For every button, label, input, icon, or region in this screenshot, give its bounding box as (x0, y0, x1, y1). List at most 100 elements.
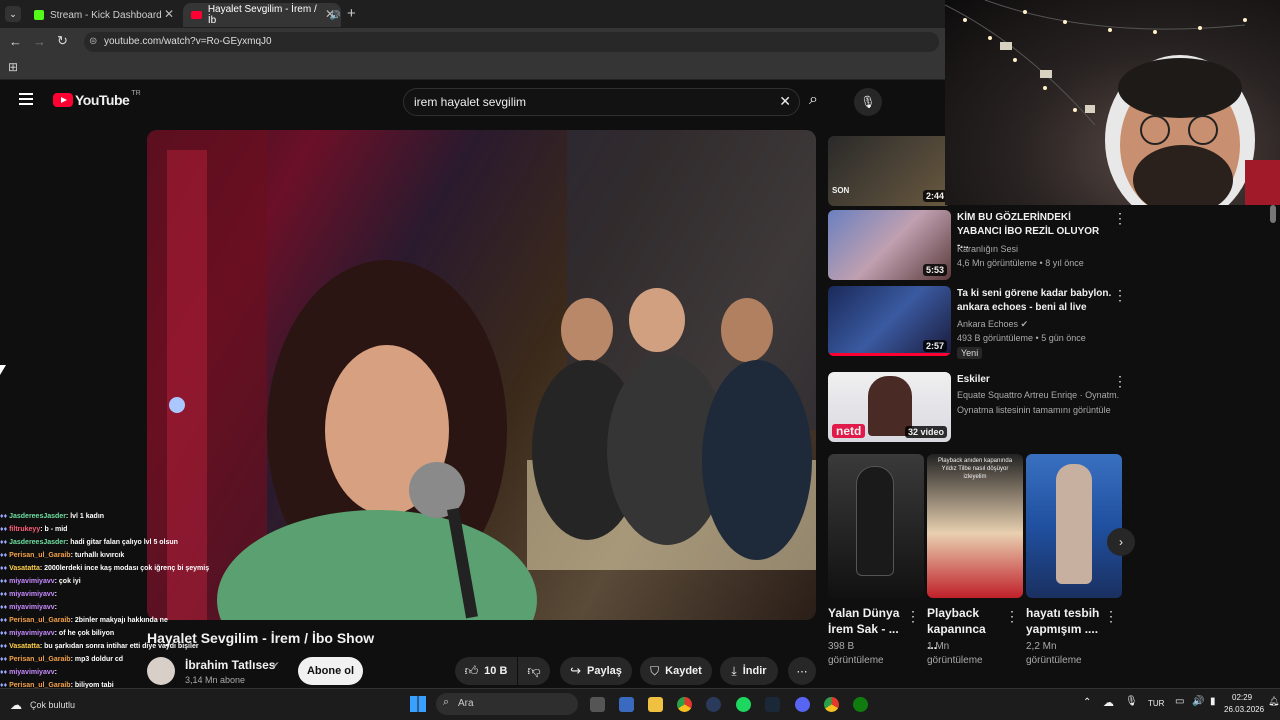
tray-overflow-icon[interactable]: ⌃ (1083, 697, 1091, 708)
more-options-icon[interactable]: ⋮ (906, 608, 920, 625)
more-options-icon[interactable]: ⋮ (1005, 608, 1019, 625)
chat-message: ♦♦ JasdereesJasder: lvl 1 kadın (0, 510, 240, 523)
chat-username: JasdereesJasder (9, 513, 66, 520)
back-icon[interactable]: ← (9, 34, 22, 49)
file-explorer-icon[interactable] (648, 697, 663, 712)
microphone-icon: 🎙 (860, 95, 876, 109)
forward-icon[interactable]: → (33, 34, 46, 49)
microphone-tray-icon[interactable]: 🎙 (1125, 696, 1138, 707)
widgets-icon[interactable] (619, 697, 634, 712)
more-options-icon[interactable]: ⋮ (1113, 373, 1127, 390)
chat-username: Perisan_ul_Garaib (9, 617, 71, 624)
site-info-icon[interactable]: ⊜ (89, 36, 97, 47)
tab-youtube-video[interactable]: Hayalet Sevgilim - İrem / İb 🔊 ✕ (183, 3, 341, 27)
recommendation-thumbnail[interactable]: SON 2:44 (828, 136, 951, 206)
chat-badge-icon: ♦♦ (0, 669, 10, 676)
spotify-icon[interactable] (736, 697, 751, 712)
youtube-logo[interactable]: YouTube TR (53, 90, 141, 108)
more-options-icon[interactable]: ⋮ (1113, 287, 1127, 304)
recommendation-channel[interactable]: Karanlığın Sesi (957, 244, 1018, 254)
more-options-icon[interactable]: ⋮ (1104, 608, 1118, 625)
discord-icon[interactable] (795, 697, 810, 712)
taskbar-search-placeholder: Ara (458, 698, 474, 709)
clock-date[interactable]: 26.03.2026 (1224, 705, 1264, 714)
mouse-cursor-icon (0, 365, 6, 375)
recommendation-channel[interactable]: Equate Squattro Artreu Enriqe · Oynatm..… (957, 390, 1119, 400)
close-tab-icon[interactable]: ✕ (164, 7, 174, 21)
chat-message: ♦♦ Perisan_ul_Garaib: mp3 doldur cd (0, 653, 240, 666)
new-tab-icon[interactable]: + (347, 5, 356, 22)
url-field[interactable]: ⊜ youtube.com/watch?v=Ro-GEyxmqJ0 (84, 32, 939, 52)
chat-text: : (54, 604, 57, 611)
next-shorts-button[interactable]: › (1107, 528, 1135, 556)
chat-username: miyavimiyavv (9, 591, 55, 598)
tab-list-icon[interactable]: ⌄ (5, 6, 21, 22)
chrome-icon[interactable] (677, 697, 692, 712)
download-button[interactable]: ⤓ İndir (720, 657, 778, 685)
thumbs-up-icon: 👍︎ (464, 663, 479, 678)
youtube-play-icon (53, 93, 73, 107)
task-view-icon[interactable] (590, 697, 605, 712)
video-player[interactable] (147, 130, 816, 620)
notifications-icon[interactable]: 🔔︎ (1268, 696, 1279, 707)
duration-badge: 2:57 (922, 340, 947, 352)
chrome-active-icon[interactable] (824, 697, 839, 712)
search-icon[interactable]: ⌕ (809, 91, 818, 109)
weather-text[interactable]: Çok bulutlu (30, 700, 75, 710)
short-thumbnail[interactable]: Playback anıden kapanında Yıldız Tilbe n… (927, 454, 1023, 598)
more-options-icon[interactable]: ⋮ (1113, 210, 1127, 227)
more-actions-button[interactable]: ⋯ (788, 657, 816, 685)
duration-badge: 5:53 (922, 264, 947, 276)
chat-username: miyavimiyavv (9, 578, 55, 585)
reload-icon[interactable]: ↻ (57, 33, 68, 49)
onedrive-icon[interactable]: ☁ (1103, 696, 1114, 709)
steam-client-icon[interactable] (765, 697, 780, 712)
clear-search-icon[interactable]: ✕ (779, 93, 791, 110)
apps-grid-icon[interactable]: ⊞ (8, 60, 18, 74)
subscribe-button[interactable]: Abone ol (298, 657, 363, 685)
view-playlist-link[interactable]: Oynatma listesinin tamamını görüntüle (957, 405, 1111, 415)
like-button[interactable]: 👍︎ 10 B (455, 657, 517, 685)
chat-message: ♦♦ miyavimiyavv: (0, 588, 240, 601)
short-views: 1 Mn görüntüleme (927, 641, 983, 666)
recommendation-thumbnail[interactable]: 2:57 (828, 286, 951, 356)
save-button[interactable]: ⛉ Kaydet (640, 657, 712, 685)
short-thumbnail[interactable] (1026, 454, 1122, 598)
volume-icon[interactable]: 🔊 (1192, 696, 1204, 707)
language-indicator[interactable]: TUR (1148, 699, 1164, 708)
voice-search-button[interactable]: 🎙 (854, 88, 882, 116)
chat-username: JasdereesJasder (9, 539, 66, 546)
tab-title: Stream - Kick Dashboard (50, 9, 162, 21)
bookmarks-bar: ⊞ (0, 56, 945, 80)
save-label: Kaydet (665, 665, 702, 677)
recommendation-channel[interactable]: Ankara Echoes ✔ (957, 319, 1028, 330)
dislike-button[interactable]: 👎︎ (518, 657, 550, 685)
chat-text: : bu şarkıdan sonra intihar etti diye va… (39, 643, 199, 650)
short-title[interactable]: hayatı tesbih yapmışım .... (1026, 605, 1102, 637)
short-views: 398 B görüntüleme (828, 641, 884, 666)
logo-text: YouTube (75, 92, 130, 108)
chat-badge-icon: ♦♦ (0, 630, 10, 637)
battery-icon[interactable]: ▮ (1210, 696, 1216, 707)
recommendation-thumbnail[interactable]: 5:53 (828, 210, 951, 280)
recommendation-title[interactable]: Eskiler (957, 373, 1107, 387)
menu-icon[interactable] (19, 93, 33, 105)
short-title[interactable]: Yalan Dünya İrem Sak - ... (828, 605, 900, 637)
recommendation-thumbnail[interactable]: netd 32 video (828, 372, 951, 442)
clock-time[interactable]: 02:29 (1232, 693, 1252, 702)
steam-icon[interactable] (706, 697, 721, 712)
weather-icon[interactable]: ☁ (10, 698, 22, 712)
windows-start-icon[interactable] (410, 696, 426, 712)
page-scrollbar[interactable] (1270, 205, 1276, 223)
xbox-icon[interactable] (853, 697, 868, 712)
recommendation-title[interactable]: Ta ki seni görene kadar babylon. ankara … (957, 287, 1122, 315)
short-thumbnail[interactable] (828, 454, 924, 598)
network-icon[interactable]: ▭ (1175, 696, 1184, 707)
share-button[interactable]: ↪ Paylaş (560, 657, 632, 685)
tab-kick-dashboard[interactable]: Stream - Kick Dashboard ✕ (26, 3, 180, 27)
search-input[interactable]: irem hayalet sevgilim ✕ (403, 88, 800, 116)
video-count-badge: 32 video (904, 426, 947, 438)
chat-username: filtrukeyy (9, 526, 41, 533)
taskbar-search[interactable]: ⌕ Ara (436, 693, 578, 715)
close-tab-icon[interactable]: ✕ (325, 7, 335, 21)
